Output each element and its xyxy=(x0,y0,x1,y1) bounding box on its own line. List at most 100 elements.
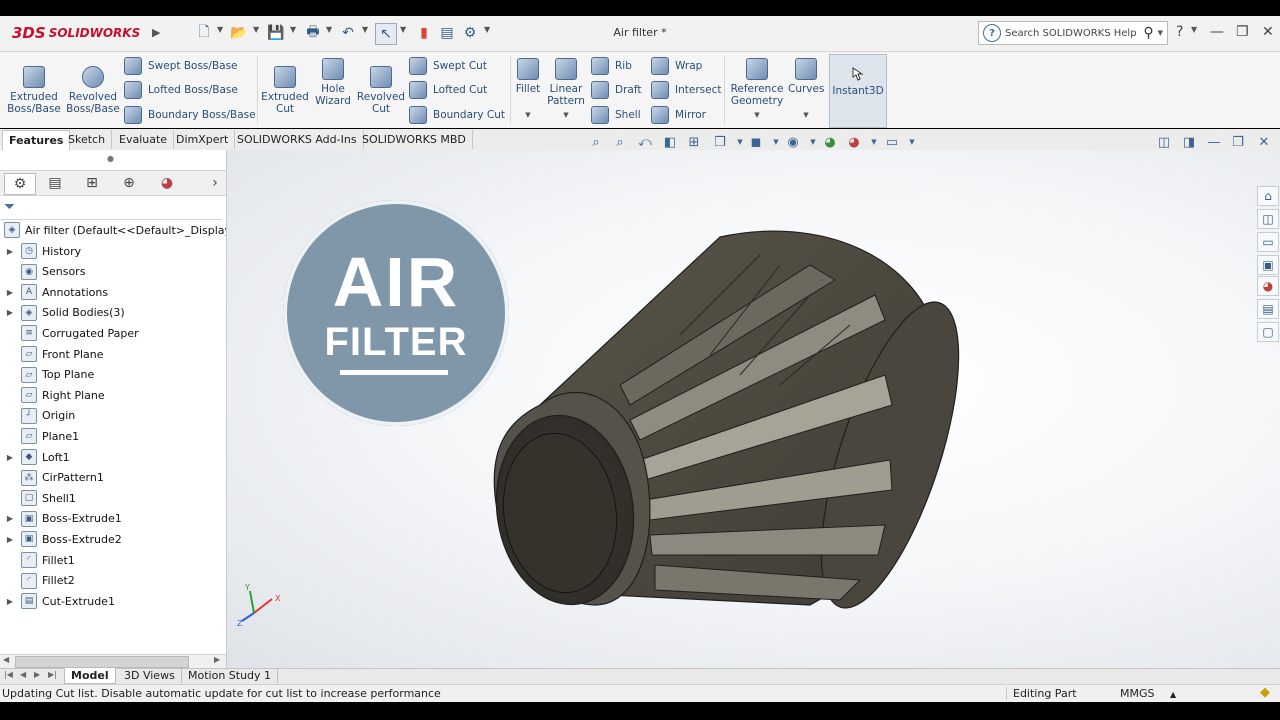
scroll-left-icon[interactable]: ◀ xyxy=(3,655,9,664)
tree-item[interactable]: ▶ ◈ Solid Bodies(3) xyxy=(0,303,226,323)
help-button[interactable]: ? xyxy=(1176,24,1183,40)
tree-item[interactable]: ◜ Fillet2 xyxy=(0,571,226,591)
lofted-cut-button[interactable]: Lofted Cut xyxy=(409,81,487,99)
tree-item[interactable]: ◉ Sensors xyxy=(0,262,226,282)
expand-arrow-icon[interactable]: ▶ xyxy=(3,453,17,462)
revolved-boss-button[interactable]: Revolved Boss/Base xyxy=(65,66,121,115)
notification-tag-icon[interactable]: ◆ xyxy=(1260,685,1270,700)
dynamic-annotation-icon[interactable]: ⊞ xyxy=(686,134,702,150)
help-search-box[interactable]: ? Search SOLIDWORKS Help ⚲ ▼ xyxy=(978,21,1168,45)
open-dropdown-icon[interactable]: ▼ xyxy=(253,25,259,34)
tab-last-icon[interactable]: ▶| xyxy=(48,670,57,679)
swept-boss-button[interactable]: Swept Boss/Base xyxy=(124,57,238,75)
pane-splitter-handle[interactable]: ● xyxy=(107,154,114,163)
display-style-dropdown-icon[interactable]: ▼ xyxy=(768,134,784,150)
tab-first-icon[interactable]: |◀ xyxy=(4,670,13,679)
design-library-icon[interactable]: ◫ xyxy=(1257,209,1279,229)
save-icon[interactable]: 💾 xyxy=(266,23,286,43)
apply-scene-icon[interactable]: ◕ xyxy=(846,134,862,150)
options-dropdown-icon[interactable]: ▼ xyxy=(484,25,490,34)
apply-scene-dropdown-icon[interactable]: ▼ xyxy=(866,134,882,150)
instant3d-button[interactable]: Instant3D xyxy=(829,54,887,128)
tree-item[interactable]: ▶ ◆ Loft1 xyxy=(0,447,226,467)
expand-arrow-icon[interactable]: ▶ xyxy=(3,535,17,544)
fillet-button[interactable]: Fillet ▼ xyxy=(514,58,542,121)
select-arrow-icon[interactable]: ↖ xyxy=(375,23,397,45)
hide-show-items-icon[interactable]: ◉ xyxy=(785,134,801,150)
tab-dimxpert[interactable]: DimXpert xyxy=(170,130,236,149)
tab-features[interactable]: Features xyxy=(2,130,71,150)
wrap-button[interactable]: Wrap xyxy=(651,57,702,75)
tree-item[interactable]: ▶ ▤ Cut-Extrude1 xyxy=(0,591,226,611)
view-orientation-icon[interactable]: ❒ xyxy=(712,134,728,150)
edit-appearance-icon[interactable]: ◕ xyxy=(822,134,838,150)
expand-tabs-chevron-icon[interactable]: › xyxy=(200,173,230,193)
tree-item[interactable]: ▢ Shell1 xyxy=(0,488,226,508)
expand-arrow-icon[interactable]: ▶ xyxy=(3,514,17,523)
expand-arrow-icon[interactable]: ▶ xyxy=(3,597,17,606)
curves-button[interactable]: Curves ▼ xyxy=(788,58,824,121)
tree-item[interactable]: ▱ Right Plane xyxy=(0,385,226,405)
print-icon[interactable]: 🖶 xyxy=(303,23,323,43)
scrollbar-thumb[interactable] xyxy=(15,656,189,668)
display-manager-tab-icon[interactable]: ◕ xyxy=(152,173,182,193)
restore-button[interactable]: ❐ xyxy=(1236,24,1249,40)
shell-button[interactable]: Shell xyxy=(591,106,641,124)
tree-item[interactable]: ◜ Fillet1 xyxy=(0,550,226,570)
extruded-cut-button[interactable]: Extruded Cut xyxy=(260,66,310,115)
linear-pattern-dropdown-icon[interactable]: ▼ xyxy=(546,109,586,121)
linear-pattern-button[interactable]: Linear Pattern ▼ xyxy=(546,58,586,121)
undo-dropdown-icon[interactable]: ▼ xyxy=(362,25,368,34)
filter-funnel-icon[interactable]: ⏷ xyxy=(4,199,15,215)
configuration-manager-tab-icon[interactable]: ⊞ xyxy=(77,173,107,193)
air-filter-model[interactable] xyxy=(480,225,960,620)
expand-arrow-icon[interactable]: ▶ xyxy=(3,247,17,256)
viewport-split-right-icon[interactable]: ◨ xyxy=(1181,134,1197,150)
help-dropdown-icon[interactable]: ▼ xyxy=(1191,25,1197,34)
tree-root[interactable]: ◈ Air filter (Default<<Default>_Display … xyxy=(0,220,226,240)
file-explorer-icon[interactable]: ▭ xyxy=(1257,232,1279,252)
reference-geometry-button[interactable]: Reference Geometry ▼ xyxy=(730,58,784,121)
tab-motion-study-1[interactable]: Motion Study 1 xyxy=(182,668,279,683)
expand-arrow-icon[interactable]: ▶ xyxy=(3,308,17,317)
save-dropdown-icon[interactable]: ▼ xyxy=(290,25,296,34)
file-properties-icon[interactable]: ▤ xyxy=(437,23,457,43)
view-palette-icon[interactable]: ▣ xyxy=(1257,255,1279,275)
tree-item[interactable]: ▶ ◷ History xyxy=(0,241,226,261)
property-manager-tab-icon[interactable]: ▤ xyxy=(40,173,70,193)
boundary-cut-button[interactable]: Boundary Cut xyxy=(409,106,505,124)
solidworks-logo[interactable]: 3DS SOLIDWORKS xyxy=(12,21,140,45)
dimxpert-manager-tab-icon[interactable]: ⊕ xyxy=(114,173,144,193)
tab-next-icon[interactable]: ▶ xyxy=(34,670,40,679)
close-button[interactable]: ✕ xyxy=(1262,24,1274,40)
select-dropdown-icon[interactable]: ▼ xyxy=(400,25,406,34)
fillet-dropdown-icon[interactable]: ▼ xyxy=(514,109,542,121)
zoom-to-area-icon[interactable]: ⌕ xyxy=(612,134,628,150)
tab-sketch[interactable]: Sketch xyxy=(62,130,113,149)
feature-manager-tab-icon[interactable]: ⚙ xyxy=(4,173,36,195)
zoom-to-fit-icon[interactable]: ⌕ xyxy=(588,134,604,150)
open-folder-icon[interactable]: 📂 xyxy=(229,23,249,43)
rib-button[interactable]: Rib xyxy=(591,57,632,75)
tab-prev-icon[interactable]: ◀ xyxy=(20,670,26,679)
viewport-restore-icon[interactable]: ❐ xyxy=(1230,134,1246,150)
section-view-icon[interactable]: ◧ xyxy=(662,134,678,150)
forum-icon[interactable]: ▢ xyxy=(1257,322,1279,342)
tree-item[interactable]: ┘ Origin xyxy=(0,406,226,426)
undo-icon[interactable]: ↶ xyxy=(338,23,358,43)
tree-item[interactable]: ≡ Corrugated Paper xyxy=(0,323,226,343)
hole-wizard-button[interactable]: Hole Wizard xyxy=(310,58,356,107)
tree-item[interactable]: ▱ Plane1 xyxy=(0,426,226,446)
new-dropdown-icon[interactable]: ▼ xyxy=(217,25,223,34)
lofted-boss-button[interactable]: Lofted Boss/Base xyxy=(124,81,238,99)
minimize-button[interactable]: — xyxy=(1210,24,1224,40)
tab-model[interactable]: Model xyxy=(64,668,116,684)
draft-button[interactable]: Draft xyxy=(591,81,641,99)
swept-cut-button[interactable]: Swept Cut xyxy=(409,57,487,75)
units-dropdown-icon[interactable]: ▲ xyxy=(1170,690,1176,699)
previous-view-icon[interactable]: ⤺ xyxy=(637,134,653,150)
view-settings-dropdown-icon[interactable]: ▼ xyxy=(904,134,920,150)
tab-solidworks-mbd[interactable]: SOLIDWORKS MBD xyxy=(356,130,473,149)
tree-item[interactable]: ▱ Front Plane xyxy=(0,344,226,364)
tree-item[interactable]: ▶ A Annotations xyxy=(0,282,226,302)
